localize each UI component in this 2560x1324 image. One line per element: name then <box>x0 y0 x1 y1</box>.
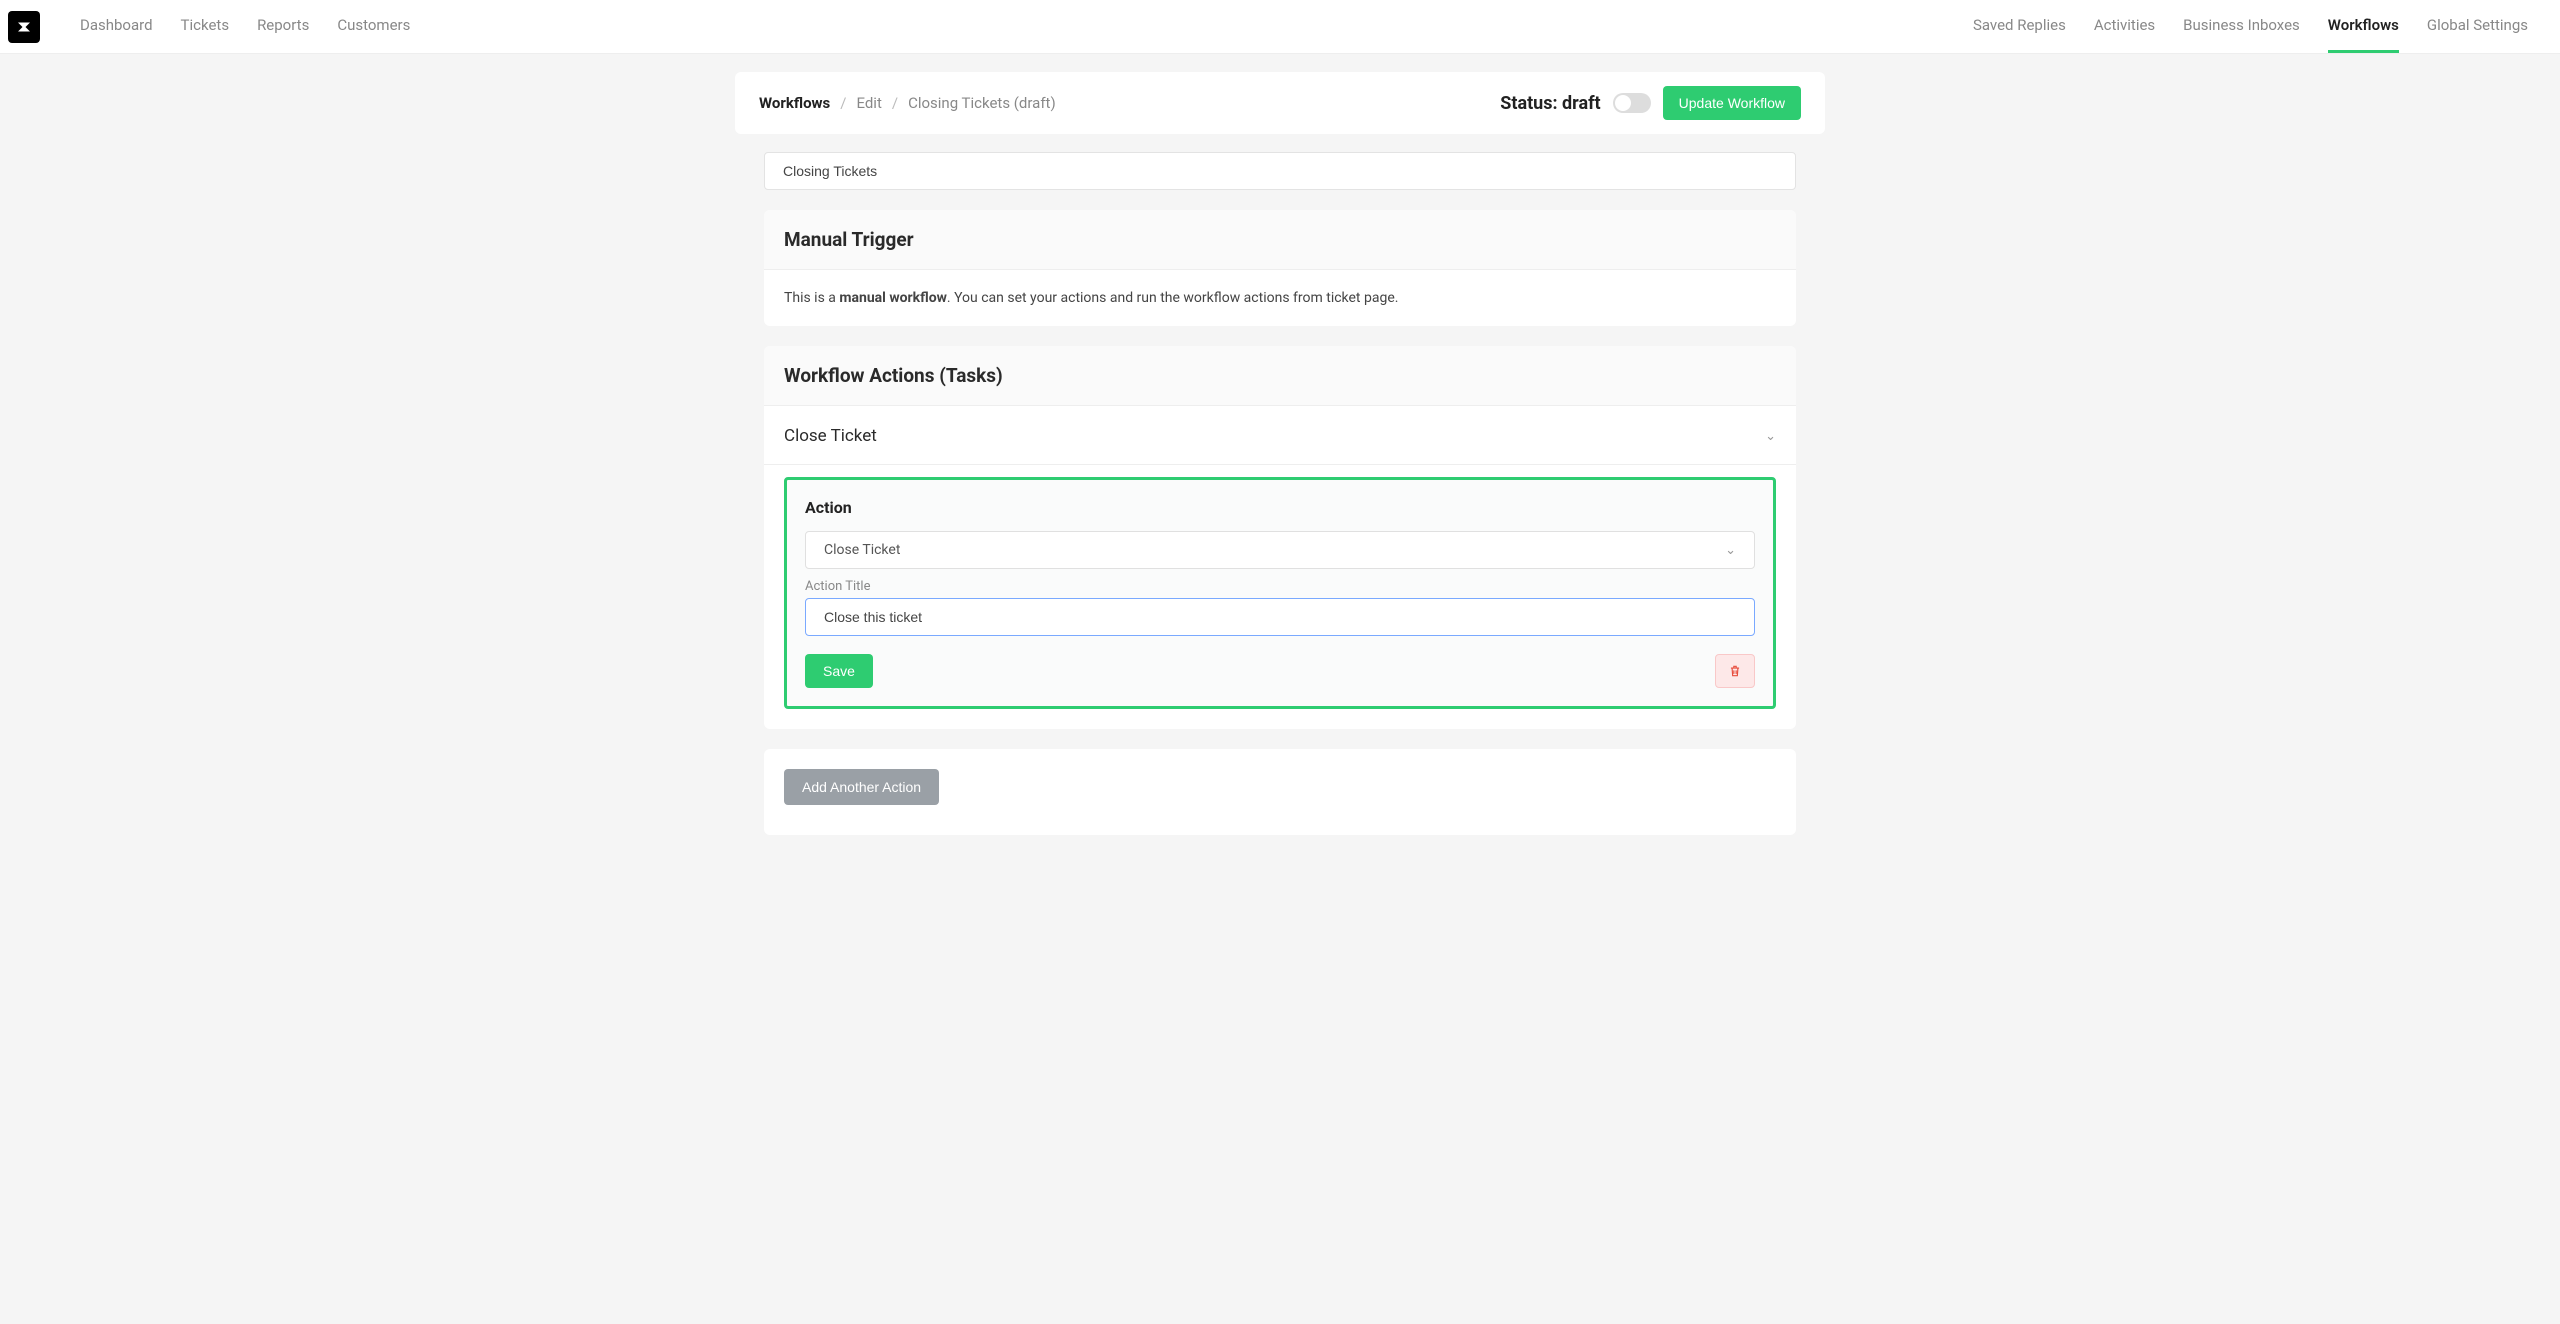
nav-item-tickets[interactable]: Tickets <box>181 0 230 53</box>
update-workflow-button[interactable]: Update Workflow <box>1663 86 1801 120</box>
app-logo[interactable] <box>8 11 40 43</box>
nav-item-workflows[interactable]: Workflows <box>2328 0 2399 53</box>
nav-item-customers[interactable]: Customers <box>337 0 410 53</box>
top-nav: Dashboard Tickets Reports Customers Saved R… <box>0 0 2560 54</box>
add-another-action-button[interactable]: Add Another Action <box>784 769 939 805</box>
action-block-title: Close Ticket <box>784 426 877 446</box>
actions-title: Workflow Actions (Tasks) <box>764 346 1796 406</box>
actions-card: Workflow Actions (Tasks) Close Ticket ⌄ … <box>764 346 1796 729</box>
action-type-select[interactable]: Close Ticket ⌄ <box>805 531 1755 569</box>
breadcrumb-item: Closing Tickets (draft) <box>908 94 1056 112</box>
chevron-down-icon: ⌄ <box>1765 429 1776 444</box>
header-bar: Workflows / Edit / Closing Tickets (draft) S… <box>735 72 1825 134</box>
action-title-input[interactable] <box>805 598 1755 636</box>
trigger-text: This is a manual workflow. You can set y… <box>784 290 1398 306</box>
action-type-value: Close Ticket <box>824 542 900 558</box>
add-action-section: Add Another Action <box>764 749 1796 835</box>
logo-icon <box>15 18 33 36</box>
breadcrumb-separator: / <box>892 94 898 112</box>
chevron-down-icon: ⌄ <box>1725 543 1736 558</box>
status-toggle[interactable] <box>1613 93 1651 113</box>
header-right: Status: draft Update Workflow <box>1500 86 1801 120</box>
breadcrumb-item[interactable]: Workflows <box>759 94 830 112</box>
nav-item-reports[interactable]: Reports <box>257 0 309 53</box>
action-title-label: Action Title <box>805 579 1755 594</box>
action-block-header[interactable]: Close Ticket ⌄ <box>764 406 1796 465</box>
trash-icon <box>1728 664 1742 678</box>
trigger-title: Manual Trigger <box>764 210 1796 270</box>
nav-item-business-inboxes[interactable]: Business Inboxes <box>2183 0 2300 53</box>
action-panel: Action Close Ticket ⌄ Action Title Save <box>784 477 1776 709</box>
nav-right: Saved Replies Activities Business Inboxes W… <box>1973 0 2552 53</box>
action-label: Action <box>805 498 1755 517</box>
nav-item-saved-replies[interactable]: Saved Replies <box>1973 0 2066 53</box>
nav-item-dashboard[interactable]: Dashboard <box>80 0 153 53</box>
nav-item-activities[interactable]: Activities <box>2094 0 2155 53</box>
save-button[interactable]: Save <box>805 654 873 688</box>
breadcrumb-item[interactable]: Edit <box>856 94 881 112</box>
nav-left: Dashboard Tickets Reports Customers <box>80 0 410 53</box>
trigger-card: Manual Trigger This is a manual workflow… <box>764 210 1796 326</box>
nav-item-global-settings[interactable]: Global Settings <box>2427 0 2528 53</box>
workflow-name-input[interactable] <box>764 152 1796 190</box>
status-label: Status: draft <box>1500 93 1600 114</box>
delete-action-button[interactable] <box>1715 654 1755 688</box>
breadcrumb-separator: / <box>840 94 846 112</box>
breadcrumb: Workflows / Edit / Closing Tickets (draft) <box>759 94 1056 112</box>
